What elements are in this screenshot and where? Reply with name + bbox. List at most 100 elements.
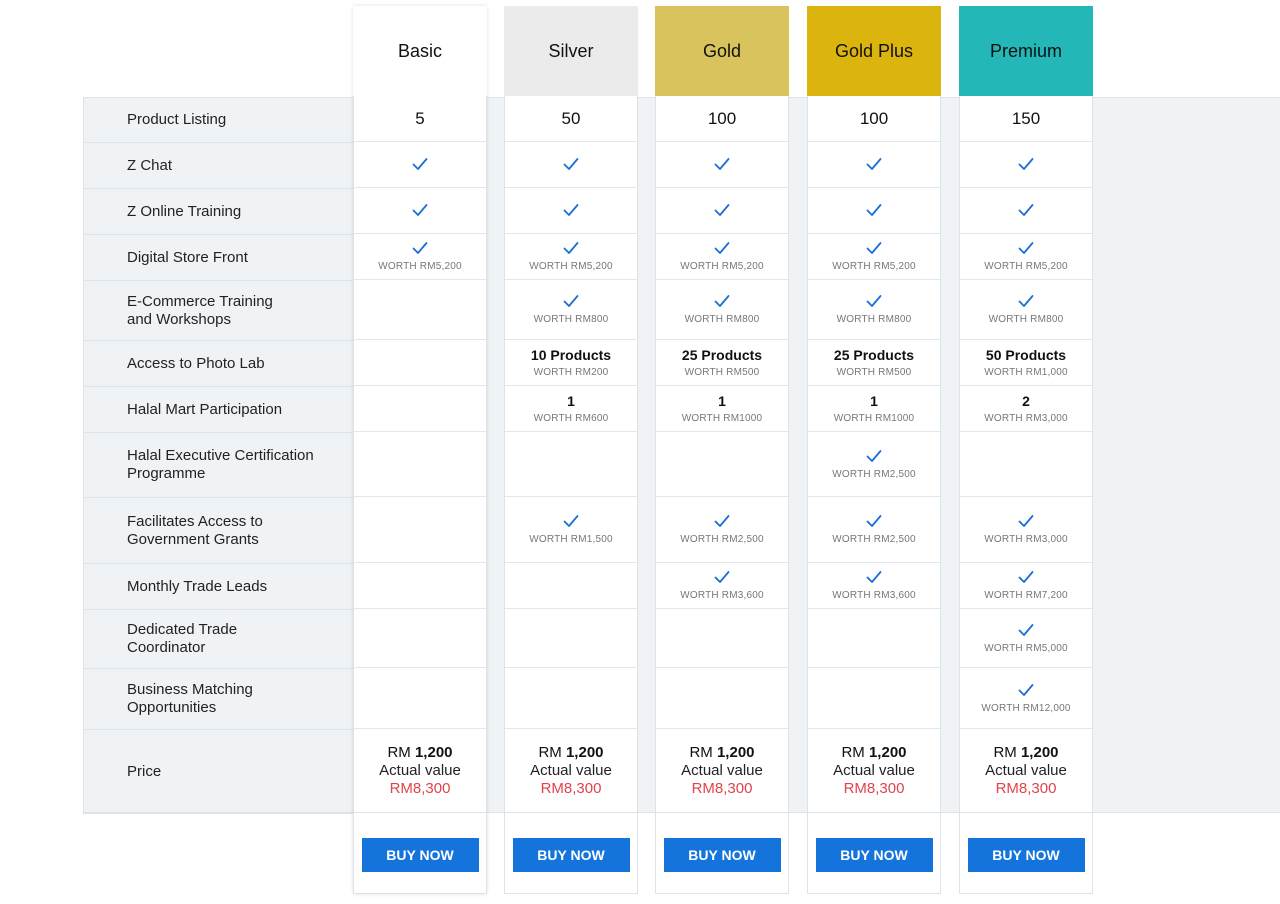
feature-cell: 1 WORTH RM1000 [656,386,788,432]
product-listing-count: 150 [1011,108,1041,128]
checkmark-icon [1018,514,1034,530]
feature-cell: 100 [656,96,788,142]
checkmark-icon [714,570,730,586]
plan-column-basic: Basic 5 WORTH RM5,200 RM 1,200 Actual value R… [353,6,487,894]
actual-value-label: Actual value [681,762,763,779]
price-value: 1,200 [414,744,453,761]
feature-cell: WORTH RM2,500 [808,432,940,497]
buy-area: BUY NOW [960,813,1092,872]
feature-cell [960,142,1092,188]
plan-column-silver: Silver 50 WORTH RM5,200 WORTH RM800 10 Produ… [504,6,638,894]
worth-label: WORTH RM5,200 [378,261,462,272]
actual-value-amount: RM8,300 [540,780,602,797]
feature-label: Price [127,762,162,780]
checkmark-icon [866,294,882,310]
checkmark-icon [866,157,882,173]
feature-cell [505,609,637,668]
feature-value: 1 [718,393,726,409]
checkmark-icon [563,203,579,219]
buy-now-button-gold-plus[interactable]: BUY NOW [815,838,933,872]
feature-value: 1 [567,393,575,409]
feature-row-facilitates-access-to-government-grants: Facilitates Access to Government Grants [83,498,353,564]
feature-cell [505,668,637,729]
worth-label: WORTH RM1,000 [984,367,1068,378]
feature-label: Z Online Training [127,202,242,220]
currency-prefix: RM [538,744,566,761]
price-amount: RM 1,200 [538,744,603,761]
feature-cell [354,340,486,386]
price-cell: RM 1,200 Actual value RM8,300 [505,729,637,813]
feature-row-halal-mart-participation: Halal Mart Participation [83,387,353,433]
checkmark-icon [1018,570,1034,586]
plan-name: Gold [655,6,789,96]
feature-cell: WORTH RM5,200 [960,234,1092,280]
worth-label: WORTH RM3,000 [984,413,1068,424]
price-value: 1,200 [565,744,604,761]
worth-label: WORTH RM2,500 [832,534,916,545]
checkmark-icon [412,203,428,219]
feature-cell [808,142,940,188]
feature-cell [354,609,486,668]
worth-label: WORTH RM3,600 [680,590,764,601]
feature-label: Halal Mart Participation [127,400,283,418]
feature-value: 10 Products [530,347,612,363]
buy-now-button-silver[interactable]: BUY NOW [512,838,630,872]
feature-cell [505,432,637,497]
feature-cell: WORTH RM5,200 [505,234,637,280]
plan-column-premium: Premium 150 WORTH RM5,200 WORTH RM800 50 Pro… [959,6,1093,894]
buy-area: BUY NOW [656,813,788,872]
product-listing-count: 5 [415,108,425,128]
feature-cell: WORTH RM5,200 [808,234,940,280]
feature-label: Z Chat [127,156,173,174]
feature-value: 25 Products [833,347,915,363]
worth-label: WORTH RM5,200 [832,261,916,272]
feature-row-digital-store-front: Digital Store Front [83,235,353,281]
feature-cell: WORTH RM800 [656,280,788,340]
feature-cell [656,142,788,188]
feature-row-z-chat: Z Chat [83,143,353,189]
checkmark-icon [1018,623,1034,639]
actual-value-amount: RM8,300 [389,780,451,797]
buy-now-button-premium[interactable]: BUY NOW [967,838,1085,872]
buy-now-button-basic[interactable]: BUY NOW [361,838,479,872]
worth-label: WORTH RM500 [684,367,760,378]
plan-column-gold-plus: Gold Plus 100 WORTH RM5,200 WORTH RM800 25 P… [807,6,941,894]
feature-row-halal-executive-certification-programme: Halal Executive Certification Programme [83,433,353,498]
feature-cell: WORTH RM800 [808,280,940,340]
feature-cell [354,497,486,563]
actual-value-amount: RM8,300 [995,780,1057,797]
feature-cell: WORTH RM5,200 [656,234,788,280]
feature-cell: 25 Products WORTH RM500 [808,340,940,386]
worth-label: WORTH RM7,200 [984,590,1068,601]
feature-cell [505,188,637,234]
feature-cell: WORTH RM1,500 [505,497,637,563]
price-value: 1,200 [868,744,907,761]
buy-now-button-gold[interactable]: BUY NOW [663,838,781,872]
checkmark-icon [412,241,428,257]
price-amount: RM 1,200 [689,744,754,761]
feature-value: 50 Products [985,347,1067,363]
feature-label: E-Commerce Training and Workshops [127,292,273,328]
worth-label: WORTH RM1000 [833,413,915,424]
feature-cell: WORTH RM2,500 [656,497,788,563]
feature-cell [505,563,637,609]
feature-cell [960,188,1092,234]
actual-value-label: Actual value [530,762,612,779]
checkmark-icon [714,241,730,257]
worth-label: WORTH RM12,000 [981,702,1071,714]
buy-area: BUY NOW [808,813,940,872]
worth-label: WORTH RM2,500 [680,534,764,545]
feature-cell: 25 Products WORTH RM500 [656,340,788,386]
feature-cell [354,386,486,432]
worth-label: WORTH RM3,600 [832,590,916,601]
currency-prefix: RM [689,744,717,761]
currency-prefix: RM [387,744,415,761]
checkmark-icon [714,294,730,310]
currency-prefix: RM [841,744,869,761]
feature-cell: 150 [960,96,1092,142]
worth-label: WORTH RM800 [533,314,609,325]
actual-value-label: Actual value [985,762,1067,779]
product-listing-count: 100 [859,108,889,128]
feature-cell: 1 WORTH RM600 [505,386,637,432]
feature-cell: WORTH RM3,000 [960,497,1092,563]
